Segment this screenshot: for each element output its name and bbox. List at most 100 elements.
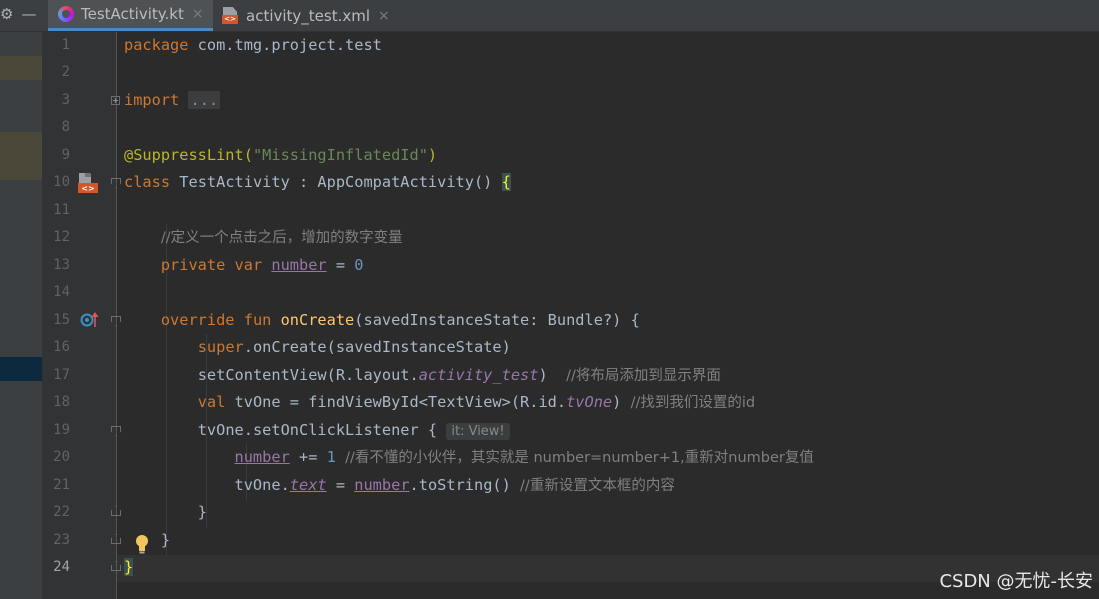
close-icon[interactable]: × [378,8,390,24]
code-line-24[interactable]: } [124,554,134,581]
keyword: package [124,36,189,54]
line-number: 24 [53,559,70,575]
code-text: = [326,256,355,274]
fold-end-icon[interactable] [111,561,121,571]
fold-end-icon[interactable] [111,534,121,544]
comment: //将布局添加到显示界面 [566,368,721,384]
property-name: number [234,448,290,466]
line-number: 15 [53,312,70,328]
number-literal: 1 [326,448,336,466]
type-hint: it: View! [446,423,510,440]
tree-highlight [0,56,42,80]
close-icon[interactable]: × [192,6,204,22]
code-line-16[interactable]: super.onCreate(savedInstanceState) [124,334,511,361]
fold-end-icon[interactable] [111,506,121,516]
code-text: } [160,531,171,549]
code-line-13[interactable]: private var number = 0 [124,252,364,279]
line-number: 14 [53,284,70,300]
code-text: tvOne. [234,476,290,494]
tab-testactivity-kt[interactable]: TestActivity.kt × [48,0,213,31]
code-text: com.tmg.project.test [188,36,382,54]
fold-expand-icon[interactable] [111,96,120,105]
code-line-22[interactable]: } [124,499,207,526]
code-text: .onCreate(savedInstanceState) [243,338,511,356]
code-text: += [289,448,327,466]
resource-ref: activity_test [418,366,539,384]
line-number: 1 [61,37,70,53]
code-line-23[interactable]: } [124,527,170,554]
minimize-icon[interactable]: — [19,0,39,31]
comment: //找到我们设置的id [630,395,756,411]
comment: //重新设置文本框的内容 [520,478,675,494]
line-number: 10 [53,174,70,190]
keyword: val [197,393,226,411]
svg-text:<>: <> [81,184,94,193]
fold-collapse-icon[interactable] [111,316,121,326]
line-number: 22 [53,504,70,520]
fold-collapse-icon[interactable] [111,426,121,436]
line-number: 2 [61,64,70,80]
line-number: 11 [53,202,70,218]
comment: //定义一个点击之后，增加的数字变量 [160,230,403,246]
keyword: import [124,91,180,109]
xml-file-icon: <> [222,7,239,24]
comment: //看不懂的小伙伴，其实就是 number=number+1,重新对number… [345,450,814,466]
code-line-10[interactable]: class TestActivity : AppCompatActivity()… [124,169,511,196]
line-number: 21 [53,477,70,493]
matched-brace: { [501,173,511,191]
code-line-20[interactable]: number += 1 //看不懂的小伙伴，其实就是 number=number… [124,444,814,471]
code-line-15[interactable]: override fun onCreate(savedInstanceState… [124,307,640,334]
code-text: (savedInstanceState: Bundle?) { [354,311,640,329]
code-line-3[interactable]: import ... [124,87,221,114]
settings-icon[interactable]: ⚙ [0,0,13,31]
code-text: } [197,503,207,521]
code-line-12[interactable]: //定义一个点击之后，增加的数字变量 [124,224,403,251]
code-text: .toString() [409,476,521,494]
keyword: override [160,311,235,329]
property-name: number [354,476,410,494]
line-number: 18 [53,394,70,410]
project-panel[interactable] [0,32,43,599]
code-text: tvOne.setOnClickListener { [197,421,447,439]
code-line-1[interactable]: package com.tmg.project.test [124,32,382,59]
tree-highlight [0,132,42,180]
line-number: 8 [61,119,70,135]
line-number: 13 [53,257,70,273]
code-text: ) [612,393,631,411]
keyword: super [197,338,244,356]
line-number: 20 [53,449,70,465]
code-line-17[interactable]: setContentView(R.layout.activity_test) /… [124,362,721,389]
line-number: 16 [53,339,70,355]
code-text: ) [538,366,567,384]
keyword: private [160,256,226,274]
line-number: 12 [53,229,70,245]
keyword: var [225,256,272,274]
kotlin-file-icon [58,6,74,22]
code-line-21[interactable]: tvOne.text = number.toString() //重新设置文本框… [124,472,675,499]
code-line-9[interactable]: @SuppressLint("MissingInflatedId") [124,142,437,169]
tab-label: activity_test.xml [246,6,371,25]
editor-tab-bar: ⚙ — TestActivity.kt × <> activity_test.x… [0,0,1099,32]
function-name: onCreate [280,311,355,329]
code-text: = [326,476,355,494]
line-number: 17 [53,367,70,383]
annotation: @SuppressLint( [124,146,253,164]
code-line-19[interactable]: tvOne.setOnClickListener { it: View! [124,417,510,444]
code-text: setContentView(R.layout. [197,366,419,384]
folded-imports[interactable]: ... [188,91,221,109]
code-line-18[interactable]: val tvOne = findViewById<TextView>(R.id.… [124,389,755,416]
string-literal: "MissingInflatedId" [252,146,428,164]
property-name: number [271,256,327,274]
line-number: 3 [61,92,70,108]
tab-label: TestActivity.kt [81,5,184,23]
line-number: 9 [61,147,70,163]
line-number: 19 [53,422,70,438]
override-method-icon[interactable] [80,311,100,329]
keyword: fun [234,311,281,329]
layout-xml-icon[interactable]: <> [77,172,99,194]
resource-ref: tvOne [566,393,613,411]
fold-collapse-icon[interactable] [111,178,121,188]
tree-selected-row[interactable] [0,357,42,381]
tab-activity-test-xml[interactable]: <> activity_test.xml × [214,0,394,31]
